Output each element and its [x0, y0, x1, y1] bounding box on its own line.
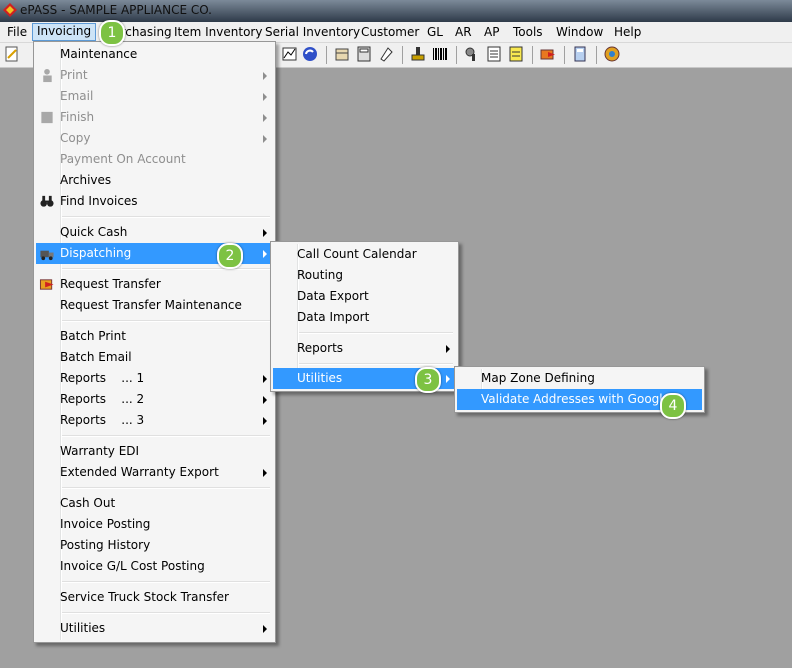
menu-ap[interactable]: AP	[480, 24, 503, 40]
epass-logo-icon	[3, 3, 17, 17]
menu-item-invoice-gl-cost-posting[interactable]: Invoice G/L Cost Posting	[36, 556, 273, 577]
menu-item-invoice-posting[interactable]: Invoice Posting	[36, 514, 273, 535]
menu-item-data-import[interactable]: Data Import	[273, 307, 456, 328]
menu-item-posting-history[interactable]: Posting History	[36, 535, 273, 556]
menu-separator	[62, 320, 270, 322]
submenu-arrow-icon	[263, 114, 267, 122]
menu-item-batch-email[interactable]: Batch Email	[36, 347, 273, 368]
menu-item-reports-1[interactable]: Reports ... 1	[36, 368, 273, 389]
menu-item-dispatch-reports[interactable]: Reports	[273, 338, 456, 359]
menu-tools[interactable]: Tools	[509, 24, 547, 40]
transfer-icon	[39, 279, 54, 290]
calculator-blue-icon[interactable]	[572, 46, 588, 62]
tag-icon[interactable]	[378, 46, 394, 62]
transfer-icon[interactable]	[540, 46, 556, 62]
menu-separator	[299, 332, 453, 334]
submenu-arrow-icon	[263, 72, 267, 80]
refresh-icon[interactable]	[302, 46, 318, 62]
toolbar-separator	[532, 46, 533, 64]
toolbar-separator	[456, 46, 457, 64]
menu-item-warranty-edi[interactable]: Warranty EDI	[36, 441, 273, 462]
window-title: ePASS - SAMPLE APPLIANCE CO.	[20, 3, 212, 17]
menu-separator	[62, 268, 270, 270]
truck-icon	[40, 250, 54, 261]
menu-gl[interactable]: GL	[423, 24, 447, 40]
step-badge-1: 1	[99, 20, 125, 46]
step-badge-4: 4	[660, 393, 686, 419]
menu-item-reports-2[interactable]: Reports ... 2	[36, 389, 273, 410]
menu-item-call-count-calendar[interactable]: Call Count Calendar	[273, 244, 456, 265]
calculator-icon[interactable]	[356, 46, 372, 62]
barcode-icon[interactable]	[432, 46, 448, 62]
menu-item-map-zone-defining[interactable]: Map Zone Defining	[457, 368, 702, 389]
chart-icon[interactable]	[282, 46, 298, 62]
document-list-icon[interactable]	[486, 46, 502, 62]
menu-item-utilities[interactable]: Utilities	[36, 618, 273, 639]
menu-ar[interactable]: AR	[451, 24, 476, 40]
menu-item-payment-on-account[interactable]: Payment On Account	[36, 149, 273, 170]
menu-item-request-transfer[interactable]: Request Transfer	[36, 274, 273, 295]
menu-separator	[62, 216, 270, 218]
menu-help[interactable]: Help	[610, 24, 645, 40]
submenu-arrow-icon	[263, 469, 267, 477]
menu-item-service-truck-stock-transfer[interactable]: Service Truck Stock Transfer	[36, 587, 273, 608]
menu-item-routing[interactable]: Routing	[273, 265, 456, 286]
menu-item-cash-out[interactable]: Cash Out	[36, 493, 273, 514]
menu-serial-inventory[interactable]: Serial Inventory	[261, 24, 364, 40]
notes-icon[interactable]	[508, 46, 524, 62]
toolbar-separator	[596, 46, 597, 64]
invoicing-menu: Maintenance Print Email Finish Copy Paym…	[33, 41, 276, 643]
menu-item-print[interactable]: Print	[36, 65, 273, 86]
menu-window[interactable]: Window	[552, 24, 607, 40]
toolbar-separator	[326, 46, 327, 64]
submenu-arrow-icon	[263, 625, 267, 633]
menu-item-request-transfer-maintenance[interactable]: Request Transfer Maintenance	[36, 295, 273, 316]
tools-icon[interactable]	[464, 46, 480, 62]
submenu-arrow-icon	[263, 93, 267, 101]
menu-invoicing[interactable]: Invoicing	[32, 23, 97, 41]
print-icon	[43, 68, 52, 83]
menu-item-email[interactable]: Email	[36, 86, 273, 107]
submenu-arrow-icon	[263, 250, 267, 258]
toolbar-separator	[564, 46, 565, 64]
submenu-arrow-icon	[263, 417, 267, 425]
submenu-arrow-icon	[263, 375, 267, 383]
submenu-arrow-icon	[263, 135, 267, 143]
submenu-arrow-icon	[446, 345, 450, 353]
stamp-icon[interactable]	[410, 46, 426, 62]
finish-icon	[41, 111, 53, 124]
new-document-icon[interactable]	[4, 46, 20, 62]
toolbar-separator	[402, 46, 403, 64]
menu-item-data-export[interactable]: Data Export	[273, 286, 456, 307]
menu-item-archives[interactable]: Archives	[36, 170, 273, 191]
menu-item-inventory[interactable]: Item Inventory	[170, 24, 266, 40]
menu-item-find-invoices[interactable]: Find Invoices	[36, 191, 273, 212]
help-globe-icon[interactable]	[604, 46, 620, 62]
menu-item-batch-print[interactable]: Batch Print	[36, 326, 273, 347]
menu-item-maintenance[interactable]: Maintenance	[36, 44, 273, 65]
menu-file[interactable]: File	[3, 24, 31, 40]
title-bar: ePASS - SAMPLE APPLIANCE CO.	[0, 0, 792, 22]
menu-separator	[62, 435, 270, 437]
menu-separator	[62, 612, 270, 614]
menu-item-quick-cash[interactable]: Quick Cash	[36, 222, 273, 243]
step-badge-3: 3	[415, 367, 441, 393]
submenu-arrow-icon	[263, 229, 267, 237]
package-icon[interactable]	[334, 46, 350, 62]
binoculars-icon	[40, 195, 54, 207]
menu-separator	[62, 487, 270, 489]
menu-item-reports-3[interactable]: Reports ... 3	[36, 410, 273, 431]
menu-item-finish[interactable]: Finish	[36, 107, 273, 128]
submenu-arrow-icon	[263, 396, 267, 404]
submenu-arrow-icon	[446, 375, 450, 383]
step-badge-2: 2	[217, 243, 243, 269]
menu-separator	[62, 581, 270, 583]
menu-customer[interactable]: Customer	[357, 24, 423, 40]
menu-item-copy[interactable]: Copy	[36, 128, 273, 149]
menu-item-extended-warranty-export[interactable]: Extended Warranty Export	[36, 462, 273, 483]
menu-separator	[299, 363, 453, 365]
